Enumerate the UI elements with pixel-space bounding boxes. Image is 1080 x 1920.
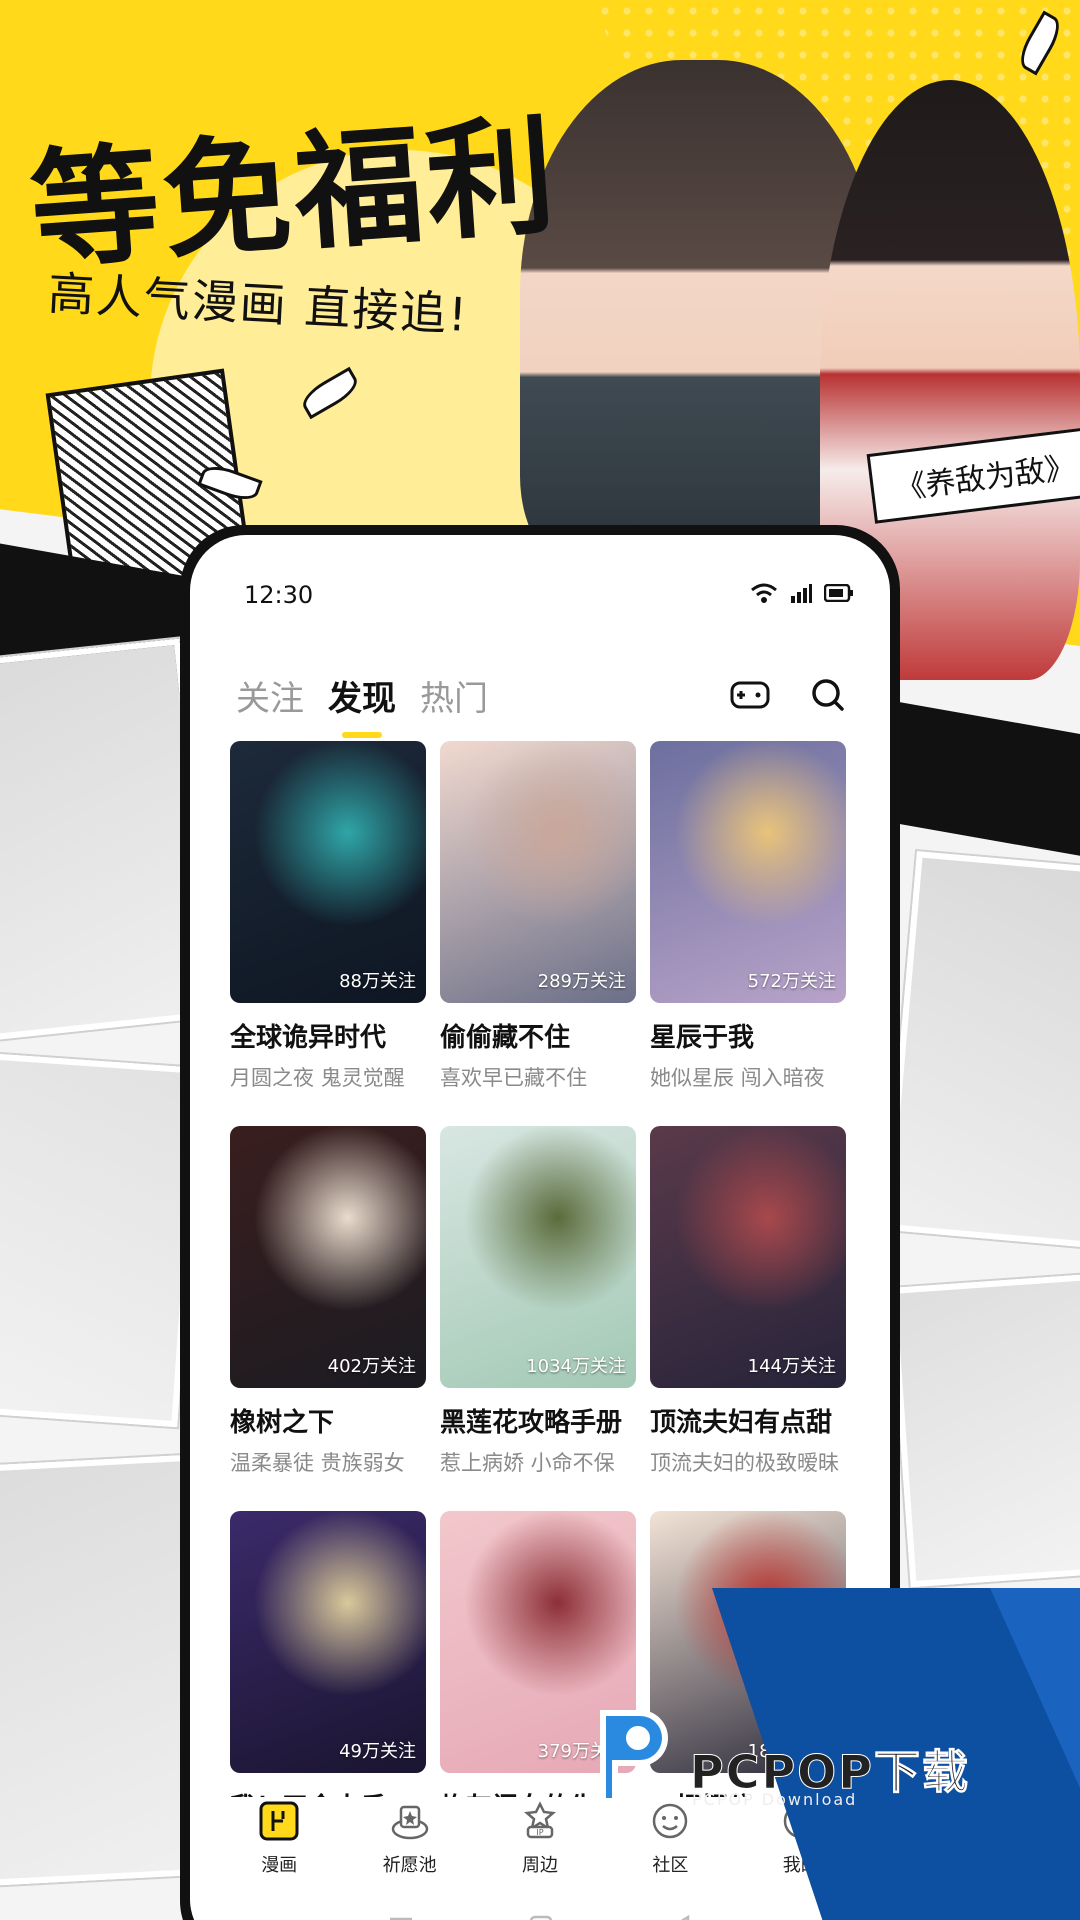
- comic-description: 月圆之夜 鬼灵觉醒: [230, 1066, 405, 1090]
- comic-card[interactable]: 88万关注 全球诡异时代 月圆之夜 鬼灵觉醒: [230, 741, 426, 1092]
- comic-title: 星辰于我: [650, 1023, 755, 1053]
- follow-count: 572万关注: [747, 971, 836, 992]
- comic-cover[interactable]: 88万关注: [230, 741, 426, 1003]
- comic-cover[interactable]: 402万关注: [230, 1126, 426, 1388]
- comic-title: 黑莲花攻略手册: [440, 1408, 623, 1438]
- follow-count: 1034万关注: [526, 1356, 626, 1377]
- back-icon[interactable]: [668, 1914, 692, 1920]
- bottom-nav-label: 周边: [521, 1855, 558, 1876]
- comic-title: 偷偷藏不住: [440, 1023, 571, 1053]
- comic-description: 惹上病娇 小命不保: [440, 1451, 615, 1475]
- follow-count: 49万关注: [339, 1741, 416, 1762]
- status-bar: 12:30: [190, 535, 890, 655]
- gamepad-icon[interactable]: [726, 671, 774, 719]
- status-time: 12:30: [244, 581, 314, 609]
- comic-cover[interactable]: 144万关注: [650, 1126, 846, 1388]
- bottom-nav-label: 漫画: [261, 1855, 298, 1876]
- follow-count: 88万关注: [339, 971, 416, 992]
- follow-count: 289万关注: [537, 971, 626, 992]
- comic-cover[interactable]: 289万关注: [440, 741, 636, 1003]
- merch-icon: IP: [516, 1797, 564, 1845]
- nav-actions: [726, 671, 852, 719]
- comic-description: 温柔暴徒 贵族弱女: [230, 1451, 405, 1475]
- comic-description: 喜欢早已藏不住: [440, 1066, 587, 1090]
- top-navigation: 关注 发现 热门: [190, 645, 890, 745]
- tab-popular[interactable]: 热门: [420, 671, 488, 720]
- bottom-nav-wish-pool[interactable]: 祈愿池: [360, 1797, 460, 1897]
- bottom-nav-community[interactable]: 社区: [620, 1797, 720, 1897]
- comic-title: 橡树之下: [230, 1408, 335, 1438]
- signal-icon: [790, 582, 812, 608]
- tab-following[interactable]: 关注: [236, 671, 304, 720]
- comic-description: 顶流夫妇的极致暧昧: [650, 1451, 839, 1475]
- watermark-subtext: PCPOP Download: [692, 1790, 858, 1809]
- bottom-navigation: 漫画 祈愿池 IP 周边 社区 我的: [190, 1797, 890, 1897]
- comic-icon: [255, 1797, 303, 1845]
- system-navigation: [190, 1903, 890, 1920]
- wish-pool-icon: [386, 1797, 434, 1845]
- bottom-nav-merch[interactable]: IP 周边: [490, 1797, 590, 1897]
- tab-bar: 关注 发现 热门: [236, 671, 488, 738]
- tab-discover[interactable]: 发现: [328, 671, 396, 738]
- status-icons: [750, 582, 854, 608]
- menu-icon[interactable]: [388, 1916, 414, 1920]
- battery-icon: [823, 583, 854, 606]
- bottom-nav-label: 祈愿池: [382, 1855, 437, 1876]
- follow-count: 402万关注: [327, 1356, 416, 1377]
- comic-panel-bg: [883, 851, 1080, 1249]
- comic-card[interactable]: 289万关注 偷偷藏不住 喜欢早已藏不住: [440, 741, 636, 1092]
- follow-count: 144万关注: [747, 1356, 836, 1377]
- home-icon[interactable]: [529, 1915, 553, 1920]
- comic-card[interactable]: 49万关注 我！天命大反…: [230, 1511, 426, 1824]
- comic-title: 顶流夫妇有点甜: [650, 1408, 833, 1438]
- pcpop-logo-icon: [582, 1700, 682, 1810]
- comic-cover[interactable]: 49万关注: [230, 1511, 426, 1773]
- comic-panel-bg: [889, 1272, 1080, 1588]
- comic-cover[interactable]: 1034万关注: [440, 1126, 636, 1388]
- wifi-icon: [750, 582, 778, 608]
- comic-card[interactable]: 144万关注 顶流夫妇有点甜 顶流夫妇的极致暧昧: [650, 1126, 846, 1477]
- comic-card[interactable]: 572万关注 星辰于我 她似星辰 闯入暗夜: [650, 741, 846, 1092]
- comic-cover[interactable]: 572万关注: [650, 741, 846, 1003]
- comic-panel-bg: [0, 1052, 203, 1428]
- search-icon[interactable]: [804, 671, 852, 719]
- svg-text:IP: IP: [536, 1828, 543, 1837]
- comic-card[interactable]: 1034万关注 黑莲花攻略手册 惹上病娇 小命不保: [440, 1126, 636, 1477]
- comic-title: 全球诡异时代: [230, 1023, 387, 1053]
- comic-card[interactable]: 402万关注 橡树之下 温柔暴徒 贵族弱女: [230, 1126, 426, 1477]
- comic-description: 她似星辰 闯入暗夜: [650, 1066, 825, 1090]
- bottom-nav-comics[interactable]: 漫画: [229, 1797, 329, 1897]
- bottom-nav-label: 社区: [652, 1855, 689, 1876]
